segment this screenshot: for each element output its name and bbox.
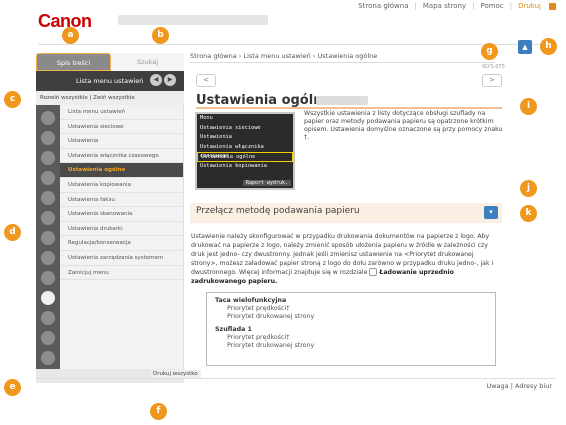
copy-icon[interactable] <box>41 151 55 165</box>
menu-item[interactable]: Ustawienia sieciowe <box>60 120 183 135</box>
tab-contents[interactable]: Spis treści <box>36 53 111 71</box>
separator: | <box>472 2 475 10</box>
collapse-all-link[interactable]: Zwiń wszystkie <box>93 95 135 101</box>
back-to-top-button[interactable]: ▲ <box>518 40 532 54</box>
plus-icon[interactable] <box>41 351 55 365</box>
scan-icon[interactable] <box>41 191 55 205</box>
blurred-tag <box>316 96 368 105</box>
left-panel-tabs: Spis treści Szukaj <box>36 53 184 71</box>
prev-page-button[interactable]: < <box>196 74 216 87</box>
menu-item[interactable]: Zainicjuj menu <box>60 266 183 281</box>
next-page-button[interactable]: > <box>482 74 502 87</box>
table-group-title: Szuflada 1 <box>215 326 252 333</box>
callout-a: a <box>62 27 79 44</box>
lcd-row-selected: Ustawienia ogólne <box>197 152 293 162</box>
top-links: Strona główna | Mapa strony | Pomoc | Dr… <box>358 2 556 10</box>
callout-j: j <box>520 180 537 197</box>
next-arrow-icon[interactable]: ▶ <box>164 74 176 86</box>
lcd-row: Menu <box>200 115 213 121</box>
table-item: Priorytet drukowanej strony <box>227 313 315 320</box>
callout-g: g <box>481 43 498 60</box>
lcd-row: Ustawienia kopiowania <box>200 162 267 169</box>
lock-icon[interactable] <box>41 251 55 265</box>
table-item: Priorytet prędkości† <box>227 334 290 341</box>
menu-item[interactable]: Ustawienia faksu <box>60 193 183 208</box>
chapter-icon-column <box>36 105 60 369</box>
help-icon[interactable] <box>41 311 55 325</box>
menu-nav-arrows: ◀ ▶ <box>150 74 176 86</box>
callout-h: h <box>540 38 557 55</box>
print-icon[interactable] <box>41 211 55 225</box>
help-link[interactable]: Pomoc <box>480 2 503 10</box>
notice-link[interactable]: Uwaga <box>486 382 508 390</box>
expand-collapse-bar: Rozwiń wszystkie | Zwiń wszystkie <box>36 91 184 105</box>
menu-item[interactable]: Regulacja/konserwacja <box>60 236 183 251</box>
callout-e: e <box>4 379 21 396</box>
tab-search[interactable]: Szukaj <box>111 53 184 71</box>
page-id: 0LYS-075 <box>482 64 505 70</box>
prev-arrow-icon[interactable]: ◀ <box>150 74 162 86</box>
section-body: Ustawienie należy skonfigurować w przypa… <box>191 232 501 286</box>
menu-item[interactable]: Ustawienia włącznika czasowego <box>60 149 183 164</box>
callout-b: b <box>152 27 169 44</box>
lcd-row: Ustawienia włącznika czasowego <box>200 143 264 160</box>
callout-k: k <box>520 205 537 222</box>
header-divider <box>38 44 556 45</box>
callout-i: i <box>520 98 537 115</box>
table-group-title: Taca wielofunkcyjna <box>215 297 287 304</box>
table-item: Priorytet prędkości† <box>227 305 290 312</box>
wrench-icon[interactable] <box>41 331 55 345</box>
network-icon[interactable] <box>41 231 55 245</box>
expand-all-link[interactable]: Rozwiń wszystkie <box>40 95 88 101</box>
lcd-screen-image: Menu Ustawienia sieciowe Ustawienia Usta… <box>195 112 295 190</box>
lcd-button: Raport wydruk. <box>242 180 291 186</box>
callout-f: f <box>150 403 167 420</box>
page-title: Ustawienia ogólne <box>196 93 332 108</box>
intro-text: Wszystkie ustawienia z listy dotyczące o… <box>304 110 503 141</box>
menu-item[interactable]: Ustawienia <box>60 134 183 149</box>
link-icon[interactable] <box>41 271 55 285</box>
fax-icon[interactable] <box>41 171 55 185</box>
separator: | <box>414 2 417 10</box>
lcd-row: Ustawienia <box>200 134 232 140</box>
offices-link[interactable]: Adresy biur <box>515 382 552 390</box>
menu-item[interactable]: Lista menu ustawień <box>60 105 183 120</box>
section-title: Przełącz metodę podawania papieru <box>196 206 360 216</box>
print-all-button[interactable]: Drukuj wszystko <box>150 370 201 378</box>
menu-item-active[interactable]: Ustawienia ogólne <box>60 163 183 178</box>
menu-list: Lista menu ustawień Ustawienia sieciowe … <box>60 105 184 369</box>
home-link[interactable]: Strona główna <box>358 2 408 10</box>
print-icon[interactable] <box>549 2 556 10</box>
menu-item[interactable]: Ustawienia zarządzania systemem <box>60 251 183 266</box>
manual-title-blurred <box>118 15 268 25</box>
settings-table: Taca wielofunkcyjna Priorytet prędkości†… <box>206 292 496 366</box>
sitemap-link[interactable]: Mapa strony <box>423 2 466 10</box>
menu-item[interactable]: Ustawienia kopiowania <box>60 178 183 193</box>
link-icon[interactable] <box>369 268 378 276</box>
menu-item[interactable]: Ustawienia skanowania <box>60 207 183 222</box>
hand-icon[interactable] <box>41 131 55 145</box>
menu-item[interactable]: Ustawienia drukarki <box>60 222 183 237</box>
gear-icon[interactable] <box>41 291 55 305</box>
separator: | <box>509 2 513 10</box>
callout-c: c <box>4 91 21 108</box>
footer: Uwaga | Adresy biur <box>36 378 556 392</box>
lcd-row: Ustawienia sieciowe <box>200 124 261 131</box>
warning-icon[interactable] <box>41 111 55 125</box>
heading-underline <box>196 107 502 109</box>
breadcrumb[interactable]: Strona główna › Lista menu ustawień › Us… <box>190 49 495 63</box>
collapse-section-button[interactable]: ▾ <box>484 206 498 219</box>
print-link[interactable]: Drukuj <box>518 2 541 10</box>
callout-d: d <box>4 224 21 241</box>
table-item: Priorytet drukowanej strony <box>227 342 315 349</box>
